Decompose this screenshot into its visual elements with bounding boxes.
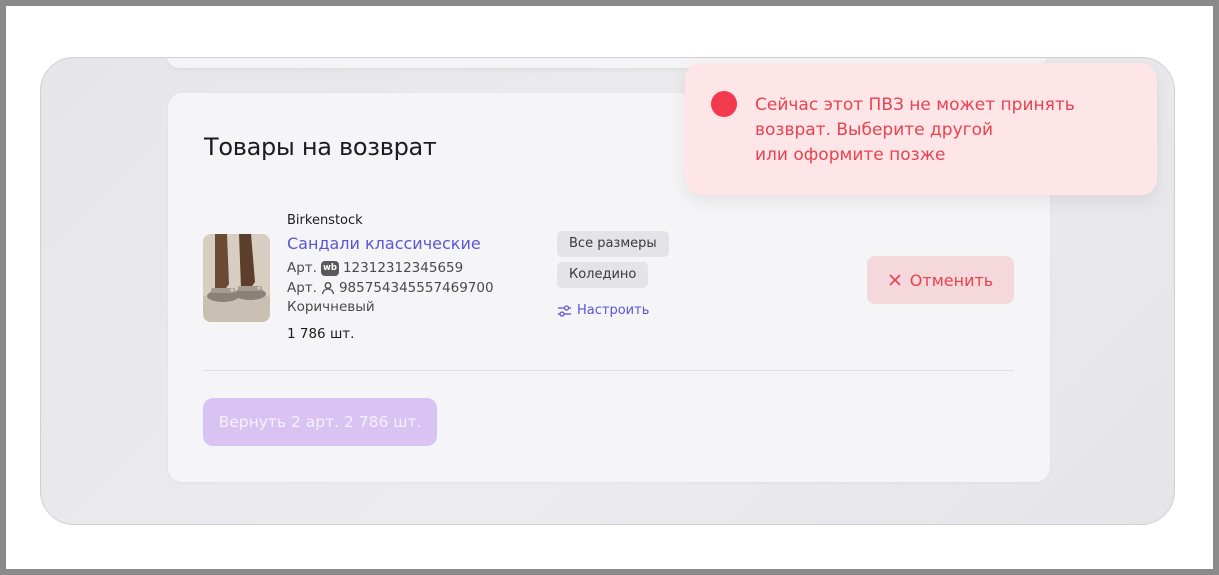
sandals-photo-icon [203,234,270,322]
toast-line: или оформите позже [755,145,946,165]
person-icon [321,281,335,295]
art-label: Арт. [287,260,317,276]
toast-line: Сейчас этот ПВЗ не может принять [755,95,1075,115]
warehouse-tag: Коледино [557,262,649,288]
wb-logo-icon: wb [320,260,339,276]
product-brand: Birkenstock [287,213,363,228]
wb-article-row: Арт. wb 12312312345659 [287,260,463,276]
close-icon [889,274,901,286]
toast-message: Сейчас этот ПВЗ не может принять возврат… [755,93,1135,168]
seller-article-value: 985754345557469700 [338,280,494,296]
configure-link[interactable]: Настроить [557,303,649,318]
return-button[interactable]: Вернуть 2 арт. 2 786 шт. [203,398,437,446]
divider [203,370,1014,371]
art-label: Арт. [287,280,317,296]
toast-line: возврат. Выберите другой [755,120,994,140]
sizes-tag: Все размеры [557,231,669,257]
configure-label: Настроить [577,303,650,318]
cancel-button[interactable]: Отменить [867,256,1014,304]
cancel-label: Отменить [909,270,994,290]
screen-frame: Товары на возврат Birkenstock Сандали кл… [0,0,1219,575]
error-dot-icon [711,91,737,117]
product-name-link[interactable]: Сандали классические [287,234,481,253]
sliders-icon [558,304,571,317]
wb-article-value: 12312312345659 [342,260,464,276]
product-quantity: 1 786 шт. [287,326,355,342]
error-toast: Сейчас этот ПВЗ не может принять возврат… [685,63,1157,195]
seller-article-row: Арт. 985754345557469700 [287,280,494,296]
product-color: Коричневый [287,299,375,315]
product-image[interactable] [203,234,270,322]
card-title: Товары на возврат [204,133,437,161]
